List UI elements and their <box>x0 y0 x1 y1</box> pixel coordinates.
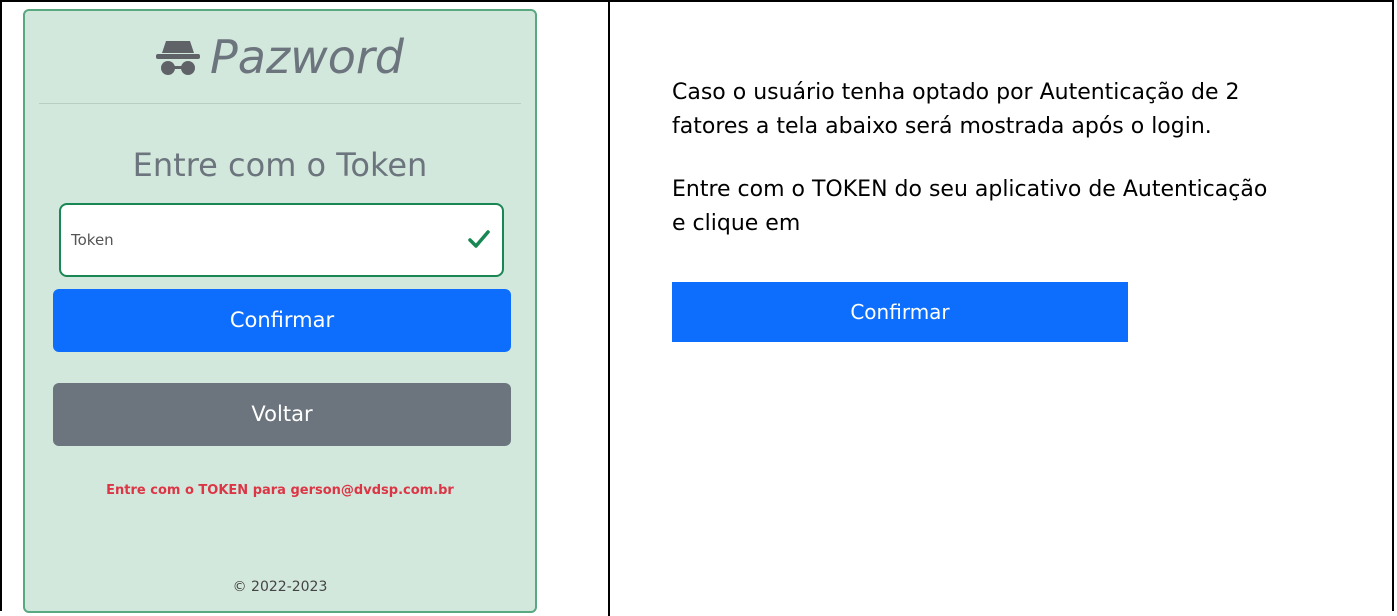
copyright-footer: © 2022-2023 <box>232 579 328 595</box>
page-title: Entre com o Token <box>132 146 428 184</box>
incognito-icon <box>156 33 201 89</box>
brand-name: Pazword <box>210 30 404 84</box>
instruction-line: Entre com o TOKEN do seu aplicativo de A… <box>672 177 1268 202</box>
column-divider <box>608 0 610 616</box>
divider-line <box>39 103 521 104</box>
instruction-line: Caso o usuário tenha optado por Autentic… <box>672 80 1240 105</box>
brand-title: Pazword <box>25 29 535 89</box>
login-card: Pazword Entre com o Token Token Confirma… <box>23 9 537 613</box>
checkmark-icon <box>468 229 490 253</box>
confirm-button[interactable]: Confirmar <box>53 289 511 352</box>
token-placeholder: Token <box>71 231 114 249</box>
token-input[interactable]: Token <box>59 203 504 277</box>
instruction-line: e clique em <box>672 211 801 236</box>
back-button[interactable]: Voltar <box>53 383 511 446</box>
instruction-line: fatores a tela abaixo será mostrada após… <box>672 114 1212 139</box>
instruction-paragraph-2: Entre com o TOKEN do seu aplicativo de A… <box>672 173 1372 241</box>
confirm-button-example[interactable]: Confirmar <box>672 282 1128 342</box>
error-message: Entre com o TOKEN para gerson@dvdsp.com.… <box>106 483 454 498</box>
instruction-paragraph-1: Caso o usuário tenha optado por Autentic… <box>672 76 1372 144</box>
